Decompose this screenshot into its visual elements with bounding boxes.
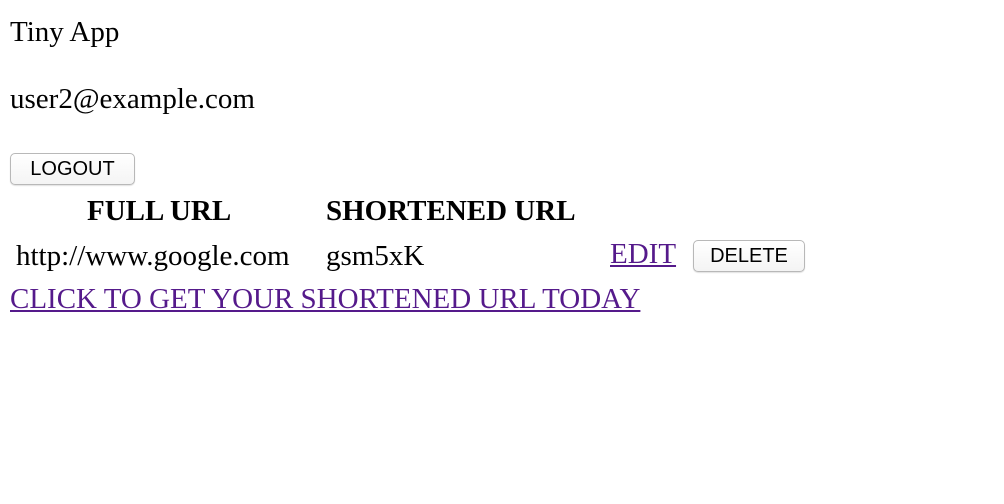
user-email: user2@example.com [10,83,255,115]
app-title: Tiny App [10,16,120,48]
get-shortened-url-link[interactable]: CLICK TO GET YOUR SHORTENED URL TODAY [10,281,640,317]
column-header-full-url: FULL URL [87,195,232,227]
full-url-cell: http://www.google.com [16,240,290,272]
delete-button[interactable]: DELETE [693,240,805,272]
column-header-shortened-url: SHORTENED URL [326,195,576,227]
logout-button[interactable]: LOGOUT [10,153,135,185]
short-url-cell: gsm5xK [326,240,425,272]
edit-link[interactable]: EDIT [610,236,676,272]
